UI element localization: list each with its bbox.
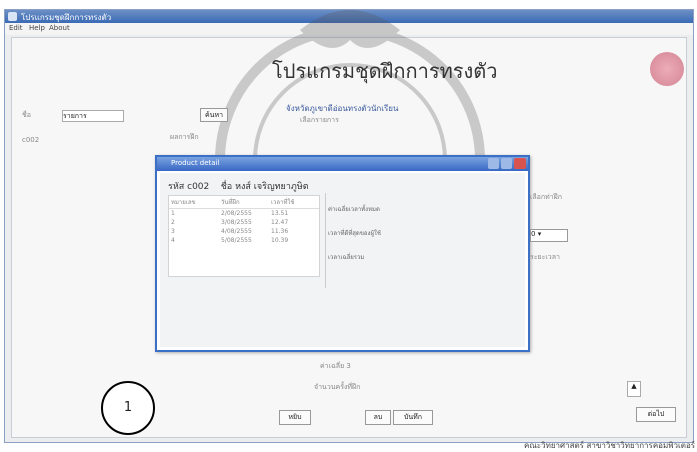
average-text: ค่าเฉลี่ย 3 (320, 362, 351, 370)
pick-button[interactable]: หยิบ (279, 410, 311, 425)
table-cell: 12.47 (271, 219, 289, 226)
minimize-icon[interactable] (501, 158, 512, 169)
tab-list-label: รายการ (63, 112, 87, 120)
table-row[interactable]: 4 5/08/2555 10.39 (169, 236, 319, 245)
best-time-label: เวลาที่ดีที่สุดของผู้ใช้ (328, 230, 381, 237)
student-code: รหัส c002 (168, 182, 210, 192)
average-time-label: ค่าเฉลี่ยเวลาทั้งหมด (328, 206, 380, 213)
dialog-title: Product detail (171, 159, 220, 167)
table-cell: 4/08/2555 (221, 228, 252, 235)
find-button[interactable]: ค้นหา (200, 108, 228, 122)
select-subtitle: เลือกรายการ (300, 116, 339, 124)
table-row[interactable]: 1 2/08/2555 13.51 (169, 209, 319, 218)
maximize-icon[interactable] (488, 158, 499, 169)
logo-seal-icon (650, 52, 684, 86)
divider (325, 193, 326, 288)
spinner-stepper[interactable]: ▲ (627, 381, 641, 397)
table-cell: 11.36 (271, 228, 289, 235)
annotation-number: 1 (101, 381, 155, 435)
table-cell: 4 (171, 237, 175, 244)
table-header: หมายเลข วันที่ฝึก เวลาที่ใช้ (169, 196, 319, 209)
close-icon[interactable] (514, 158, 526, 169)
menu-item-about[interactable]: About (49, 24, 70, 32)
summary-labels: ค่าเฉลี่ยเวลาทั้งหมด เวลาที่ดีที่สุดของผ… (328, 198, 381, 270)
product-detail-dialog: Product detail รหัส c002 ชื่อ หงส์ เจริญ… (155, 155, 530, 352)
column-header: หมายเลข (171, 199, 196, 206)
window-titlebar[interactable]: โปรแกรมชุดฝึกการทรงตัว (5, 10, 693, 23)
table-row[interactable]: 3 4/08/2555 11.36 (169, 227, 319, 236)
table-cell: 5/08/2555 (221, 237, 252, 244)
column-header: วันที่ฝึก (221, 199, 240, 206)
session-count-label: จำนวนครั้งที่ฝึก (314, 383, 361, 391)
table-cell: 2/08/2555 (221, 210, 252, 217)
menu-bar: Edit Help About (5, 23, 693, 35)
table-cell: 2 (171, 219, 175, 226)
dialog-header: รหัส c002 ชื่อ หงส์ เจริญทยาภูษิต (168, 179, 309, 193)
table-row[interactable]: 2 3/08/2555 12.47 (169, 218, 319, 227)
select-exercise-label: เลือกท่าฝึก (530, 193, 563, 201)
results-table[interactable]: หมายเลข วันที่ฝึก เวลาที่ใช้ 1 2/08/2555… (168, 195, 320, 277)
code-label: c002 (22, 136, 40, 144)
page-title: โปรแกรมชุดฝึกการทรงตัว (272, 59, 498, 83)
table-cell: 10.39 (271, 237, 289, 244)
overall-average-label: เวลาเฉลี่ยรวม (328, 254, 365, 261)
dialog-body: รหัส c002 ชื่อ หงส์ เจริญทยาภูษิต หมายเล… (160, 173, 525, 347)
exercise-select-value: 0 (531, 230, 536, 238)
table-cell: 3 (171, 228, 175, 235)
exercise-select[interactable]: 0 ▾ (530, 229, 568, 242)
delete-button[interactable]: ลบ (365, 410, 391, 425)
tab-list[interactable]: รายการ (62, 110, 124, 122)
student-subtitle: จังหวัดภูเขาดีอ่อนทรงตัวนักเรียน (286, 104, 399, 113)
column-header: เวลาที่ใช้ (271, 199, 295, 206)
menu-item-edit[interactable]: Edit (9, 24, 23, 32)
name-label: ชื่อ (22, 111, 31, 119)
student-name: ชื่อ หงส์ เจริญทยาภูษิต (220, 182, 309, 192)
next-button[interactable]: ต่อไป (636, 407, 676, 422)
table-cell: 13.51 (271, 210, 289, 217)
result-column-header: ผลการฝึก (170, 133, 199, 141)
duration-label: ระยะเวลา (530, 253, 560, 261)
footer-text: คณะวิทยาศาสตร์ สาขาวิชาวิทยาการคอมพิวเตอ… (524, 441, 696, 450)
save-button[interactable]: บันทึก (393, 410, 433, 425)
table-cell: 1 (171, 210, 175, 217)
table-cell: 3/08/2555 (221, 219, 252, 226)
menu-item-help[interactable]: Help (29, 24, 45, 32)
dialog-titlebar[interactable]: Product detail (157, 157, 528, 171)
app-icon (8, 12, 17, 21)
